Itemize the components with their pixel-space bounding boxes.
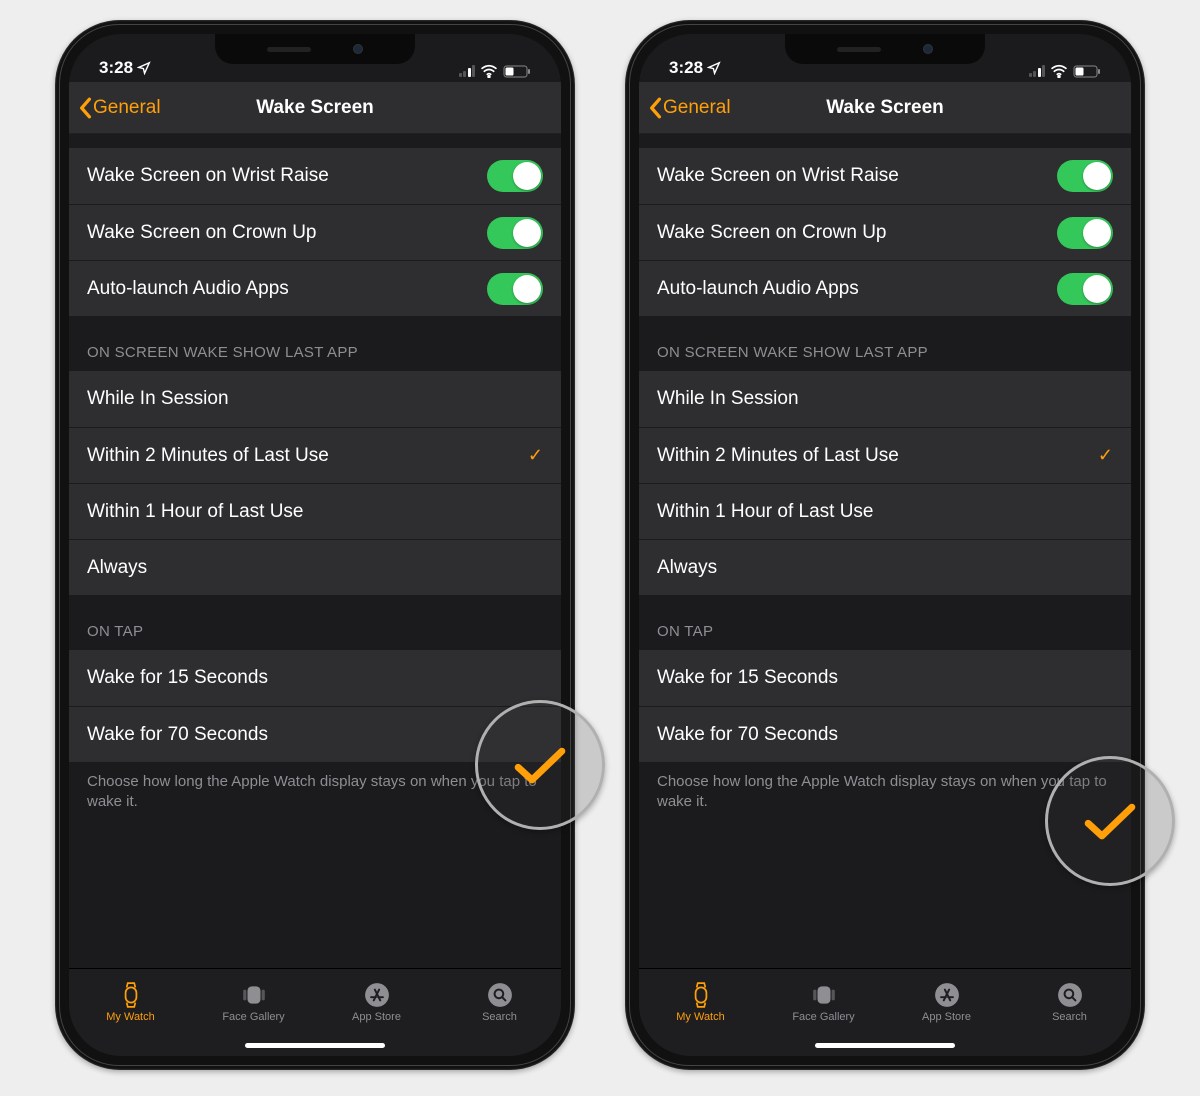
tab-search[interactable]: Search [438,969,561,1036]
tab-label: My Watch [676,1011,725,1023]
row-label: Within 1 Hour of Last Use [657,501,873,523]
location-icon [137,61,151,75]
search-icon [1056,982,1084,1008]
back-label: General [93,97,161,119]
location-icon [707,61,721,75]
toggle-switch[interactable] [487,217,543,249]
phone-mockup: 3:28 General Wake Screen Wake Screen on … [625,20,1145,1070]
tab-label: My Watch [106,1011,155,1023]
toggle-switch[interactable] [1057,217,1113,249]
status-time: 3:28 [669,58,703,78]
option-while-in-session[interactable]: While In Session [69,371,561,427]
callout-circle [475,700,605,830]
toggle-switch[interactable] [487,273,543,305]
home-indicator[interactable] [815,1043,955,1048]
watch-icon [117,982,145,1008]
toggle-switch[interactable] [487,160,543,192]
row-label: Within 2 Minutes of Last Use [657,445,899,467]
tab-search[interactable]: Search [1008,969,1131,1036]
row-label: Within 1 Hour of Last Use [87,501,303,523]
row-label: Always [657,557,717,579]
row-label: While In Session [657,388,799,410]
option-wake-70[interactable]: Wake for 70 Seconds ✓ [639,706,1131,762]
cell-signal-icon [1029,65,1046,77]
section-header-last-app: ON SCREEN WAKE SHOW LAST APP [69,316,561,371]
tab-label: Search [482,1011,517,1023]
option-2-minutes[interactable]: Within 2 Minutes of Last Use ✓ [69,427,561,483]
row-label: Wake Screen on Crown Up [657,222,887,244]
row-label: Wake for 15 Seconds [657,667,838,689]
tab-my-watch[interactable]: My Watch [69,969,192,1036]
option-while-in-session[interactable]: While In Session [639,371,1131,427]
option-1-hour[interactable]: Within 1 Hour of Last Use [639,483,1131,539]
tab-label: App Store [922,1011,971,1023]
app-store-icon [363,982,391,1008]
nav-bar: General Wake Screen [639,82,1131,134]
row-label: Auto-launch Audio Apps [657,278,859,300]
cell-signal-icon [459,65,476,77]
home-indicator[interactable] [245,1043,385,1048]
toggle-row-wrist-raise[interactable]: Wake Screen on Wrist Raise [69,148,561,204]
tab-my-watch[interactable]: My Watch [639,969,762,1036]
battery-icon [503,65,531,78]
back-label: General [663,97,731,119]
callout-circle [1045,756,1175,886]
row-label: While In Session [87,388,229,410]
checkmark-icon: ✓ [1098,445,1113,466]
tab-label: Face Gallery [792,1011,854,1023]
row-label: Always [87,557,147,579]
option-2-minutes[interactable]: Within 2 Minutes of Last Use ✓ [639,427,1131,483]
row-label: Wake for 70 Seconds [657,724,838,746]
row-label: Wake for 15 Seconds [87,667,268,689]
toggle-row-audio-apps[interactable]: Auto-launch Audio Apps [69,260,561,316]
row-label: Within 2 Minutes of Last Use [87,445,329,467]
back-button[interactable]: General [647,97,731,119]
app-store-icon [933,982,961,1008]
toggle-row-crown-up[interactable]: Wake Screen on Crown Up [639,204,1131,260]
toggle-row-audio-apps[interactable]: Auto-launch Audio Apps [639,260,1131,316]
tab-label: Face Gallery [222,1011,284,1023]
toggle-switch[interactable] [1057,160,1113,192]
checkmark-icon [1080,798,1140,844]
chevron-left-icon [647,97,663,119]
phone-mockup: 3:28 General Wake Screen Wake Screen on … [55,20,575,1070]
section-header-on-tap: ON TAP [69,595,561,650]
gallery-icon [240,982,268,1008]
toggle-row-crown-up[interactable]: Wake Screen on Crown Up [69,204,561,260]
back-button[interactable]: General [77,97,161,119]
wifi-icon [480,64,498,78]
row-label: Wake Screen on Wrist Raise [657,165,899,187]
row-label: Wake for 70 Seconds [87,724,268,746]
toggle-switch[interactable] [1057,273,1113,305]
gallery-icon [810,982,838,1008]
row-label: Auto-launch Audio Apps [87,278,289,300]
section-header-on-tap: ON TAP [639,595,1131,650]
option-always[interactable]: Always [639,539,1131,595]
watch-icon [687,982,715,1008]
tab-label: Search [1052,1011,1087,1023]
tab-label: App Store [352,1011,401,1023]
row-label: Wake Screen on Wrist Raise [87,165,329,187]
notch [785,34,985,64]
section-header-last-app: ON SCREEN WAKE SHOW LAST APP [639,316,1131,371]
row-label: Wake Screen on Crown Up [87,222,317,244]
checkmark-icon: ✓ [528,445,543,466]
search-icon [486,982,514,1008]
tab-face-gallery[interactable]: Face Gallery [762,969,885,1036]
battery-icon [1073,65,1101,78]
option-wake-15[interactable]: Wake for 15 Seconds [639,650,1131,706]
chevron-left-icon [77,97,93,119]
tab-face-gallery[interactable]: Face Gallery [192,969,315,1036]
option-always[interactable]: Always [69,539,561,595]
notch [215,34,415,64]
toggle-row-wrist-raise[interactable]: Wake Screen on Wrist Raise [639,148,1131,204]
status-time: 3:28 [99,58,133,78]
tab-app-store[interactable]: App Store [315,969,438,1036]
checkmark-icon [510,742,570,788]
option-1-hour[interactable]: Within 1 Hour of Last Use [69,483,561,539]
option-wake-15[interactable]: Wake for 15 Seconds ✓ [69,650,561,706]
tab-app-store[interactable]: App Store [885,969,1008,1036]
nav-bar: General Wake Screen [69,82,561,134]
wifi-icon [1050,64,1068,78]
